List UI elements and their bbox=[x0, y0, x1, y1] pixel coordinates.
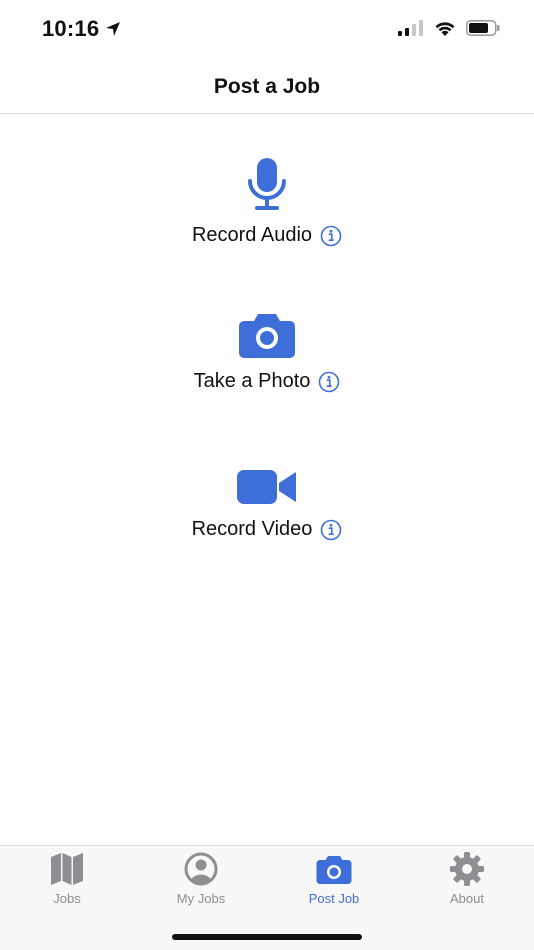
location-arrow-icon bbox=[106, 22, 121, 36]
tab-label-about: About bbox=[450, 891, 484, 906]
tab-about[interactable]: About bbox=[400, 852, 534, 906]
tab-my-jobs[interactable]: My Jobs bbox=[134, 852, 268, 906]
tab-label-jobs: Jobs bbox=[53, 891, 81, 906]
tab-label-my-jobs: My Jobs bbox=[176, 891, 226, 906]
camera-icon bbox=[316, 856, 352, 884]
gear-icon bbox=[450, 852, 484, 886]
status-time-group: 10:16 bbox=[42, 16, 121, 42]
record-video-button[interactable]: Record Video bbox=[0, 466, 534, 541]
tab-label-post-job: Post Job bbox=[308, 891, 360, 906]
info-icon[interactable] bbox=[320, 519, 342, 541]
home-indicator bbox=[172, 934, 362, 940]
record-audio-button[interactable]: Record Audio bbox=[0, 156, 534, 247]
wifi-icon bbox=[435, 22, 455, 36]
microphone-icon bbox=[248, 158, 286, 210]
take-photo-label: Take a Photo bbox=[193, 370, 311, 392]
status-indicators bbox=[398, 20, 500, 36]
record-audio-row: Record Audio bbox=[192, 224, 342, 247]
page-title: Post a Job bbox=[213, 74, 321, 98]
tab-jobs[interactable]: Jobs bbox=[0, 852, 134, 906]
battery-icon bbox=[466, 20, 500, 36]
navigation-bar: Post a Job bbox=[0, 60, 534, 114]
status-time: 10:16 bbox=[42, 16, 100, 41]
take-photo-button[interactable]: Take a Photo bbox=[0, 312, 534, 393]
info-icon[interactable] bbox=[318, 371, 340, 393]
camera-icon bbox=[239, 314, 295, 358]
cellular-signal-icon bbox=[398, 20, 423, 36]
status-bar: 10:16 bbox=[0, 0, 534, 60]
map-icon bbox=[51, 853, 83, 885]
record-audio-label: Record Audio bbox=[191, 224, 313, 246]
user-circle-icon bbox=[184, 852, 218, 886]
info-icon[interactable] bbox=[320, 225, 342, 247]
video-camera-icon bbox=[237, 470, 296, 504]
record-video-label: Record Video bbox=[191, 518, 313, 540]
take-photo-row: Take a Photo bbox=[194, 370, 341, 393]
record-video-row: Record Video bbox=[192, 518, 343, 541]
tab-post-job[interactable]: Post Job bbox=[267, 852, 401, 906]
